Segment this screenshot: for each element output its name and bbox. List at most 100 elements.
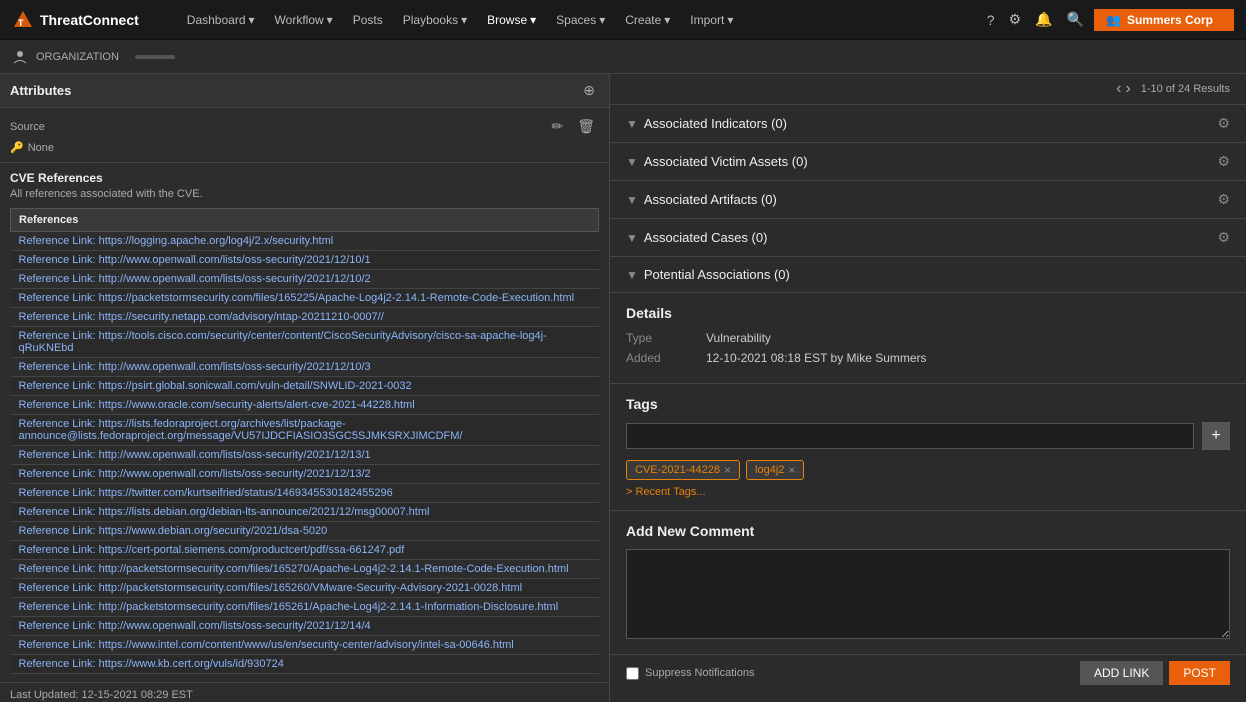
remove-tag-button[interactable]: × (724, 463, 731, 477)
settings-icon[interactable]: ⚙ (1005, 7, 1026, 32)
nav-spaces[interactable]: Spaces ▾ (548, 9, 613, 31)
key-icon: 🔑 (10, 141, 24, 154)
associated-cases-section: ▼ Associated Cases (0) ⚙ (610, 219, 1246, 257)
reference-cell[interactable]: Reference Link: http://packetstormsecuri… (11, 579, 599, 598)
prev-button[interactable]: ‹ (1116, 80, 1121, 98)
suppress-checkbox[interactable] (626, 667, 639, 680)
table-row[interactable]: Reference Link: https://www.intel.com/co… (11, 636, 599, 655)
remove-tag-button[interactable]: × (788, 463, 795, 477)
chevron-down-icon: ▾ (727, 13, 733, 27)
table-row[interactable]: Reference Link: http://www.openwall.com/… (11, 617, 599, 636)
reference-cell[interactable]: Reference Link: http://www.openwall.com/… (11, 617, 599, 636)
table-row[interactable]: Reference Link: https://logging.apache.o… (11, 232, 599, 251)
associated-victim-assets-title: ▼ Associated Victim Assets (0) (626, 154, 808, 169)
table-row[interactable]: Reference Link: https://www.oracle.com/s… (11, 396, 599, 415)
nav-links: Dashboard ▾ Workflow ▾ Posts Playbooks ▾… (179, 9, 742, 31)
reference-cell[interactable]: Reference Link: http://www.openwall.com/… (11, 465, 599, 484)
gear-icon[interactable]: ⚙ (1217, 229, 1230, 246)
logo[interactable]: T ThreatConnect (12, 9, 139, 31)
table-row[interactable]: Reference Link: https://www.kb.cert.org/… (11, 655, 599, 674)
table-row[interactable]: Reference Link: https://psirt.global.son… (11, 377, 599, 396)
gear-icon[interactable]: ⚙ (1217, 153, 1230, 170)
recent-tags-link[interactable]: > Recent Tags... (626, 486, 1230, 498)
reference-cell[interactable]: Reference Link: http://www.openwall.com/… (11, 251, 599, 270)
reference-cell[interactable]: Reference Link: https://lists.fedoraproj… (11, 415, 599, 446)
reference-cell[interactable]: Reference Link: https://cert-portal.siem… (11, 541, 599, 560)
associated-artifacts-header[interactable]: ▼ Associated Artifacts (0) ⚙ (610, 181, 1246, 218)
delete-source-button[interactable]: 🗑 (573, 116, 599, 137)
next-button[interactable]: › (1125, 80, 1130, 98)
table-row[interactable]: Reference Link: https://security.netapp.… (11, 308, 599, 327)
table-row[interactable]: Reference Link: http://www.openwall.com/… (11, 251, 599, 270)
suppress-notifications: Suppress Notifications (626, 667, 754, 680)
reference-cell[interactable]: Reference Link: https://www.kb.cert.org/… (11, 655, 599, 674)
nav-browse[interactable]: Browse ▾ (479, 9, 544, 31)
table-row[interactable]: Reference Link: https://cert-portal.siem… (11, 541, 599, 560)
table-row[interactable]: Reference Link: https://lists.fedoraproj… (11, 415, 599, 446)
added-row: Added 12-10-2021 08:18 EST by Mike Summe… (626, 351, 1230, 365)
reference-cell[interactable]: Reference Link: https://www.oracle.com/s… (11, 396, 599, 415)
reference-cell[interactable]: Reference Link: https://lists.debian.org… (11, 503, 599, 522)
table-row[interactable]: Reference Link: http://packetstormsecuri… (11, 598, 599, 617)
chevron-down-icon: ▼ (626, 231, 638, 245)
associated-indicators-header[interactable]: ▼ Associated Indicators (0) ⚙ (610, 105, 1246, 142)
comment-title: Add New Comment (626, 523, 1230, 539)
details-title: Details (626, 305, 1230, 321)
gear-icon[interactable]: ⚙ (1217, 115, 1230, 132)
reference-cell[interactable]: Reference Link: https://psirt.global.son… (11, 377, 599, 396)
bottom-buttons: ADD LINK POST (1080, 661, 1230, 685)
post-button[interactable]: POST (1169, 661, 1230, 685)
nav-import[interactable]: Import ▾ (682, 9, 741, 31)
notifications-icon[interactable]: 🔔 (1031, 7, 1056, 32)
table-row[interactable]: Reference Link: https://twitter.com/kurt… (11, 484, 599, 503)
table-row[interactable]: Reference Link: http://www.openwall.com/… (11, 270, 599, 289)
associated-victim-assets-header[interactable]: ▼ Associated Victim Assets (0) ⚙ (610, 143, 1246, 180)
add-tag-button[interactable]: + (1202, 422, 1230, 450)
search-icon[interactable]: 🔍 (1063, 7, 1088, 32)
potential-associations-section: ▼ Potential Associations (0) (610, 257, 1246, 293)
reference-cell[interactable]: Reference Link: http://packetstormsecuri… (11, 560, 599, 579)
potential-associations-header[interactable]: ▼ Potential Associations (0) (610, 257, 1246, 292)
attributes-title: Attributes (10, 83, 71, 98)
comment-textarea[interactable] (626, 549, 1230, 639)
table-row[interactable]: Reference Link: https://packetstormsecur… (11, 289, 599, 308)
second-bar: ORGANIZATION (0, 40, 1246, 74)
reference-cell[interactable]: Reference Link: https://www.intel.com/co… (11, 636, 599, 655)
tags-title: Tags (626, 396, 1230, 412)
reference-cell[interactable]: Reference Link: http://www.openwall.com/… (11, 270, 599, 289)
nav-create[interactable]: Create ▾ (617, 9, 678, 31)
reference-cell[interactable]: Reference Link: http://www.openwall.com/… (11, 446, 599, 465)
reference-cell[interactable]: Reference Link: http://packetstormsecuri… (11, 598, 599, 617)
svg-text:T: T (18, 18, 24, 28)
reference-cell[interactable]: Reference Link: https://twitter.com/kurt… (11, 484, 599, 503)
add-attribute-button[interactable]: ⊕ (579, 80, 599, 101)
nav-posts[interactable]: Posts (345, 9, 391, 31)
table-row[interactable]: Reference Link: http://packetstormsecuri… (11, 579, 599, 598)
nav-workflow[interactable]: Workflow ▾ (267, 9, 341, 31)
reference-cell[interactable]: Reference Link: https://tools.cisco.com/… (11, 327, 599, 358)
table-row[interactable]: Reference Link: https://lists.debian.org… (11, 503, 599, 522)
edit-source-button[interactable]: ✏ (547, 116, 567, 137)
table-row[interactable]: Reference Link: https://tools.cisco.com/… (11, 327, 599, 358)
table-row[interactable]: Reference Link: http://packetstormsecuri… (11, 560, 599, 579)
nav-playbooks[interactable]: Playbooks ▾ (395, 9, 475, 31)
reference-cell[interactable]: Reference Link: https://www.debian.org/s… (11, 522, 599, 541)
potential-associations-title: ▼ Potential Associations (0) (626, 267, 790, 282)
table-row[interactable]: Reference Link: http://www.openwall.com/… (11, 465, 599, 484)
associated-indicators-title: ▼ Associated Indicators (0) (626, 116, 787, 131)
gear-icon[interactable]: ⚙ (1217, 191, 1230, 208)
org-badge[interactable]: 👥 Summers Corp (1094, 9, 1234, 31)
chevron-down-icon: ▾ (530, 13, 536, 27)
tags-input[interactable] (626, 423, 1194, 449)
table-row[interactable]: Reference Link: https://www.debian.org/s… (11, 522, 599, 541)
reference-cell[interactable]: Reference Link: https://logging.apache.o… (11, 232, 599, 251)
nav-dashboard[interactable]: Dashboard ▾ (179, 9, 263, 31)
associated-cases-header[interactable]: ▼ Associated Cases (0) ⚙ (610, 219, 1246, 256)
table-row[interactable]: Reference Link: http://www.openwall.com/… (11, 446, 599, 465)
table-row[interactable]: Reference Link: http://www.openwall.com/… (11, 358, 599, 377)
help-icon[interactable]: ? (983, 8, 999, 32)
add-link-button[interactable]: ADD LINK (1080, 661, 1163, 685)
reference-cell[interactable]: Reference Link: https://security.netapp.… (11, 308, 599, 327)
reference-cell[interactable]: Reference Link: https://packetstormsecur… (11, 289, 599, 308)
reference-cell[interactable]: Reference Link: http://www.openwall.com/… (11, 358, 599, 377)
